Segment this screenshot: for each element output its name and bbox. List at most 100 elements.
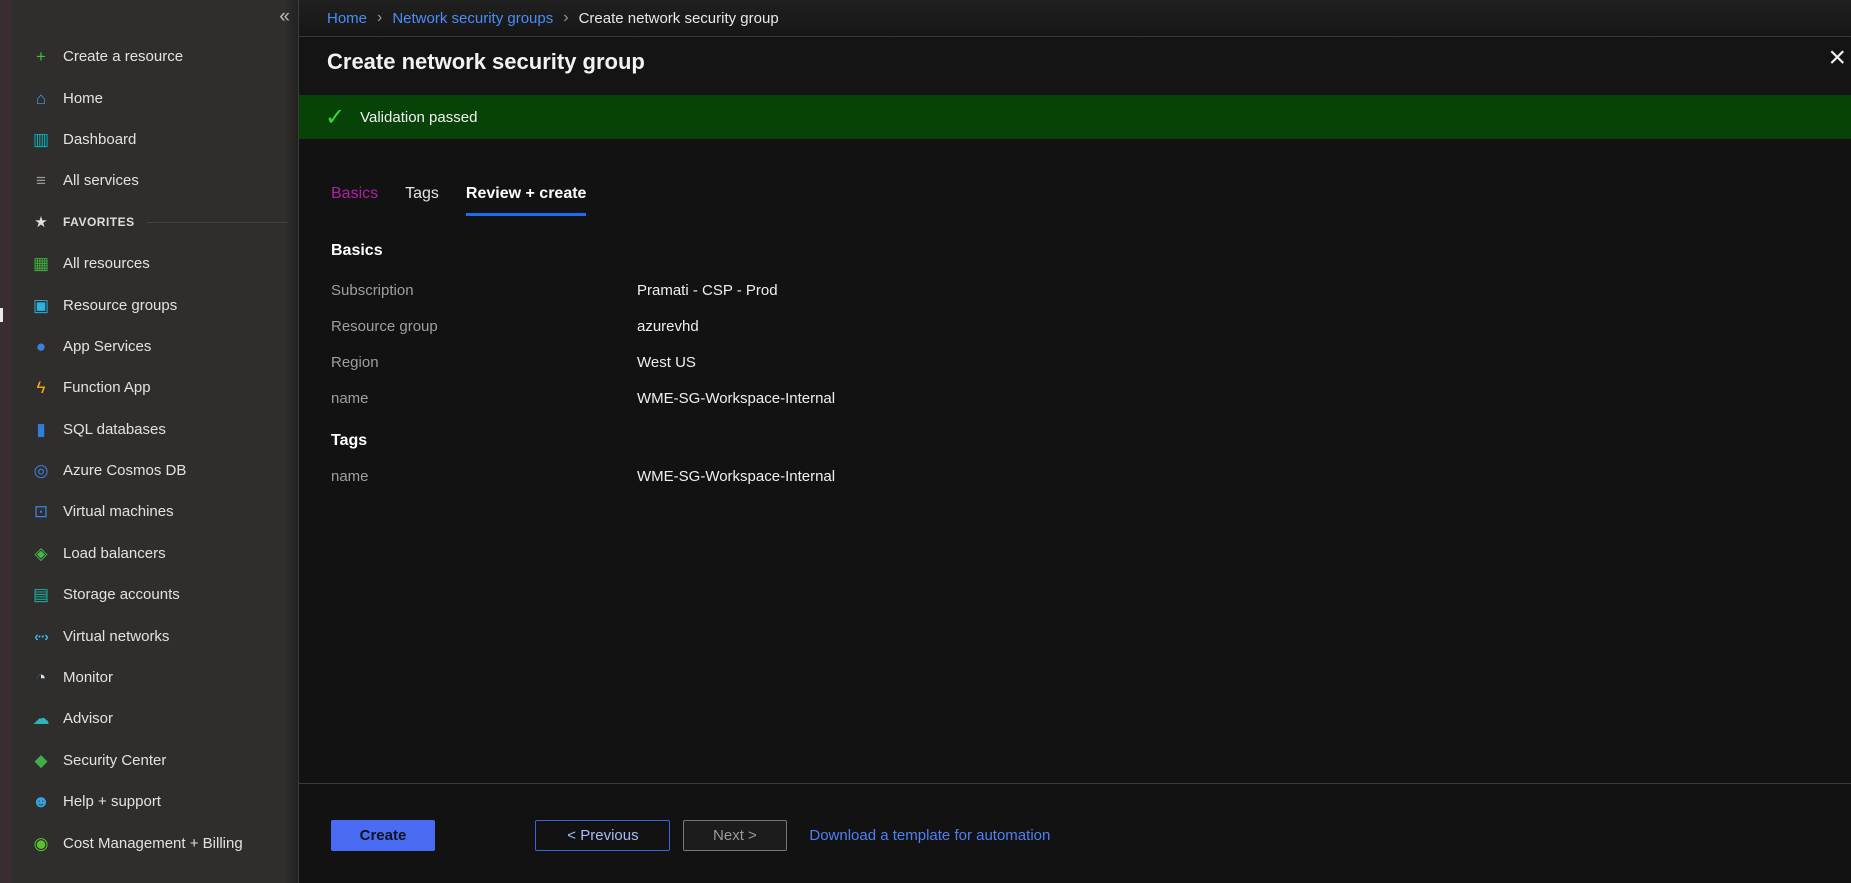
sidebar-item-list: + Create a resource ⌂ Home ▥ Dashboard ≡… [12,36,298,864]
sidebar-item-label: Storage accounts [63,586,180,603]
row-value: West US [637,354,696,371]
tab-tags[interactable]: Tags [405,185,439,216]
sidebar-item-all-resources[interactable]: ▦ All resources [12,243,298,284]
screen-edge-strip [0,0,12,883]
breadcrumb-current-page: Create network security group [579,10,779,27]
row-label: name [331,390,637,407]
tab-review-create[interactable]: Review + create [466,185,587,216]
edge-indicator [0,308,3,322]
sidebar-item-app-services[interactable]: ● App Services [12,326,298,367]
row-value: azurevhd [637,318,699,335]
virtual-networks-icon: ‹··› [30,630,52,643]
sidebar-item-virtual-networks[interactable]: ‹··› Virtual networks [12,615,298,656]
sidebar-item-label: Function App [63,379,151,396]
sidebar-item-label: Azure Cosmos DB [63,462,186,479]
next-button[interactable]: Next > [683,820,787,851]
favorites-divider [147,222,288,223]
sidebar-item-label: Load balancers [63,545,166,562]
sidebar-item-label: Cost Management + Billing [63,835,243,852]
favorites-header: ★ FAVORITES [12,202,298,243]
app-services-icon: ● [30,338,52,355]
validation-message: Validation passed [360,109,477,126]
tab-basics[interactable]: Basics [331,185,378,216]
row-label: Subscription [331,282,637,299]
create-button[interactable]: Create [331,820,435,851]
dashboard-icon: ▥ [30,131,52,148]
sidebar-item-azure-cosmos-db[interactable]: ◎ Azure Cosmos DB [12,450,298,491]
all-resources-icon: ▦ [30,255,52,272]
summary-row: Subscription Pramati - CSP - Prod [331,272,1851,308]
sidebar-item-label: Resource groups [63,297,177,314]
sidebar-item-create-a-resource[interactable]: + Create a resource [12,36,298,77]
create-nsg-blade: Home › Network security groups › Create … [298,0,1851,883]
tab-label: Review + create [466,185,587,202]
monitor-icon: ◔ [30,669,52,686]
row-label: Resource group [331,318,637,335]
chevron-right-icon: › [563,9,568,27]
sidebar-item-all-services[interactable]: ≡ All services [12,160,298,201]
basics-summary: Subscription Pramati - CSP - Prod Resour… [331,272,1851,416]
collapse-sidebar-icon[interactable]: « [279,6,290,28]
breadcrumb-network-security-groups-link[interactable]: Network security groups [392,10,553,27]
sidebar-item-virtual-machines[interactable]: ⊡ Virtual machines [12,491,298,532]
azure-portal-window: « + Create a resource ⌂ Home ▥ Dashboard… [0,0,1851,883]
summary-row: Region West US [331,344,1851,380]
sidebar-item-home[interactable]: ⌂ Home [12,77,298,118]
tab-bar: Basics Tags Review + create [331,185,1851,216]
sql-databases-icon: ▮ [30,421,52,438]
sidebar-item-dashboard[interactable]: ▥ Dashboard [12,119,298,160]
sidebar-item-label: All services [63,172,139,189]
virtual-machines-icon: ⊡ [30,503,52,520]
sidebar-item-label: Home [63,90,103,107]
sidebar: « + Create a resource ⌂ Home ▥ Dashboard… [12,0,298,883]
validation-banner: ✓ Validation passed [299,95,1851,139]
sidebar-item-resource-groups[interactable]: ▣ Resource groups [12,284,298,325]
sidebar-item-label: Monitor [63,669,113,686]
sidebar-item-label: Security Center [63,752,166,769]
sidebar-item-load-balancers[interactable]: ◈ Load balancers [12,533,298,574]
chevron-right-icon: › [377,9,382,27]
sidebar-item-help-support[interactable]: ☻ Help + support [12,781,298,822]
blade-header: Create network security group × [299,37,1851,95]
tab-label: Tags [405,185,439,202]
sidebar-item-label: Help + support [63,793,161,810]
sidebar-item-advisor[interactable]: ☁ Advisor [12,698,298,739]
summary-row: Resource group azurevhd [331,308,1851,344]
breadcrumb: Home › Network security groups › Create … [299,0,1851,37]
star-icon: ★ [30,215,52,230]
sidebar-item-security-center[interactable]: ◆ Security Center [12,740,298,781]
sidebar-item-label: Virtual networks [63,628,169,645]
sidebar-item-label: Virtual machines [63,503,174,520]
section-heading-basics: Basics [331,242,1851,260]
load-balancers-icon: ◈ [30,545,52,562]
all-services-icon: ≡ [30,172,52,189]
previous-button[interactable]: < Previous [535,820,670,851]
row-value: WME-SG-Workspace-Internal [637,468,835,485]
cost-management-icon: ◉ [30,835,52,852]
review-create-content: Basics Tags Review + create Basics Subsc… [299,139,1851,494]
home-icon: ⌂ [30,90,52,107]
page-title: Create network security group [299,37,1851,75]
summary-row: name WME-SG-Workspace-Internal [331,380,1851,416]
close-icon[interactable]: × [1828,40,1846,76]
sidebar-item-cost-management-billing[interactable]: ◉ Cost Management + Billing [12,822,298,863]
sidebar-item-label: Dashboard [63,131,136,148]
function-app-icon: ϟ [30,379,52,396]
help-support-icon: ☻ [30,793,52,810]
sidebar-item-label: All resources [63,255,150,272]
download-template-link[interactable]: Download a template for automation [809,820,1050,851]
sidebar-item-label: Advisor [63,710,113,727]
breadcrumb-home-link[interactable]: Home [327,10,367,27]
sidebar-item-label: App Services [63,338,151,355]
sidebar-item-storage-accounts[interactable]: ▤ Storage accounts [12,574,298,615]
row-label: Region [331,354,637,371]
advisor-icon: ☁ [30,710,52,727]
sidebar-item-sql-databases[interactable]: ▮ SQL databases [12,409,298,450]
resource-groups-icon: ▣ [30,297,52,314]
row-label: name [331,468,637,485]
sidebar-item-function-app[interactable]: ϟ Function App [12,367,298,408]
security-center-icon: ◆ [30,752,52,769]
tags-summary: name WME-SG-Workspace-Internal [331,458,1851,494]
check-icon: ✓ [325,103,345,132]
sidebar-item-monitor[interactable]: ◔ Monitor [12,657,298,698]
